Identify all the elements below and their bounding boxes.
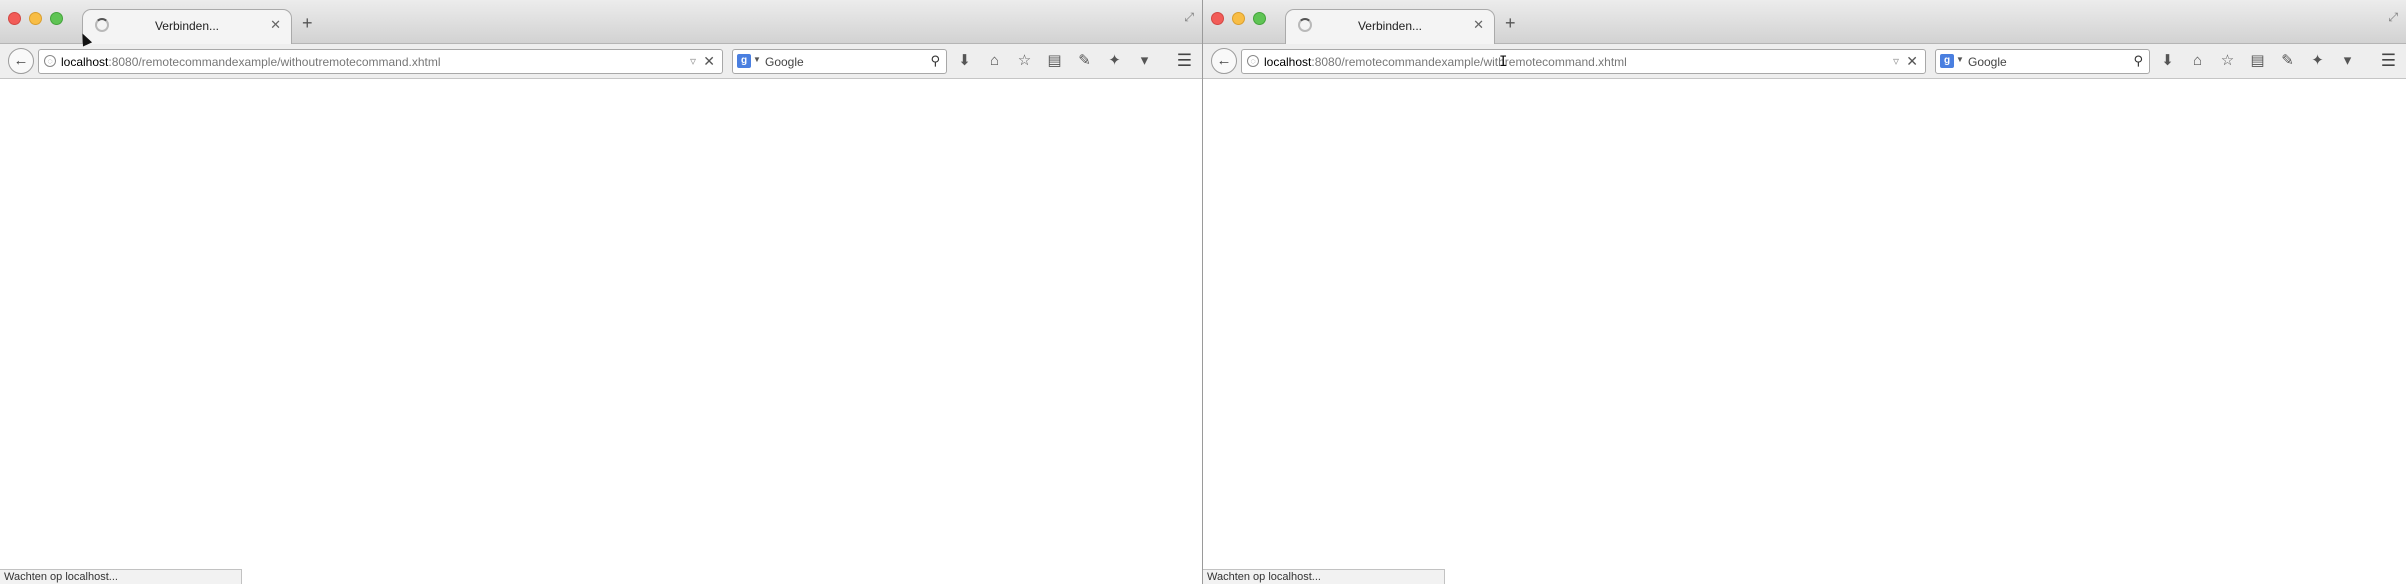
bookmarks-menu-icon[interactable]: ▤ (1046, 52, 1063, 70)
url-path: :8080/remotecommandexample/withremotecom… (1311, 55, 1627, 69)
search-input[interactable]: Google (1968, 55, 2007, 69)
fullscreen-icon[interactable]: ⤢ (2388, 10, 2398, 25)
search-icon[interactable]: ⚲ (2133, 53, 2143, 69)
window-minimize-button[interactable] (1232, 12, 1245, 25)
extensions-icon[interactable]: ✦ (2309, 52, 2326, 70)
url-text[interactable]: localhost:8080/remotecommandexample/with… (61, 55, 441, 69)
toolbar-icons: ⬇ ⌂ ☆ ▤ ✎ ✦ ▾ (956, 52, 1153, 70)
fullscreen-icon[interactable]: ⤢ (1184, 10, 1194, 25)
title-bar: Verbinden... ✕ + ⤢ (1203, 0, 2406, 44)
tab-close-icon[interactable]: ✕ (270, 17, 281, 33)
search-input[interactable]: Google (765, 55, 804, 69)
search-engine-caret-icon[interactable]: ▼ (753, 55, 761, 64)
window-close-button[interactable] (1211, 12, 1224, 25)
url-path: :8080/remotecommandexample/withoutremote… (108, 55, 441, 69)
extensions-dropdown-icon[interactable]: ▾ (2339, 52, 2356, 70)
history-dropdown-icon[interactable]: ▿ (690, 54, 696, 68)
site-identity-icon[interactable]: ◌ (44, 55, 56, 67)
browser-window-right: Verbinden... ✕ + ⤢ ← ◌ localhost:8080/re… (1203, 0, 2406, 584)
extensions-dropdown-icon[interactable]: ▾ (1136, 52, 1153, 70)
tab-title: Verbinden... (154, 19, 220, 33)
search-engine-icon[interactable]: g (1940, 54, 1954, 68)
stop-icon[interactable]: ✕ (1906, 53, 1918, 70)
tab-active[interactable]: Verbinden... ✕ (82, 9, 292, 44)
home-icon[interactable]: ⌂ (2189, 52, 2206, 70)
url-bar[interactable]: ◌ localhost:8080/remotecommandexample/wi… (38, 49, 723, 74)
status-panel: Wachten op localhost... (0, 569, 242, 584)
download-icon[interactable]: ⬇ (956, 52, 973, 70)
nav-bar: ← ◌ localhost:8080/remotecommandexample/… (0, 44, 1202, 79)
new-tab-icon[interactable]: + (302, 13, 313, 34)
extensions-icon[interactable]: ✦ (1106, 52, 1123, 70)
search-icon[interactable]: ⚲ (930, 53, 940, 69)
back-button[interactable]: ← (1211, 48, 1237, 74)
new-tab-icon[interactable]: + (1505, 13, 1516, 34)
tab-title: Verbinden... (1357, 19, 1423, 33)
bookmark-star-icon[interactable]: ☆ (1016, 52, 1033, 70)
back-button[interactable]: ← (8, 48, 34, 74)
window-close-button[interactable] (8, 12, 21, 25)
menu-icon[interactable]: ☰ (1177, 52, 1192, 70)
url-bar[interactable]: ◌ localhost:8080/remotecommandexample/wi… (1241, 49, 1926, 74)
title-bar: Verbinden... ✕ + ⤢ (0, 0, 1202, 44)
url-host: localhost (1264, 55, 1312, 69)
window-zoom-button[interactable] (1253, 12, 1266, 25)
history-dropdown-icon[interactable]: ▿ (1893, 54, 1899, 68)
nav-bar: ← ◌ localhost:8080/remotecommandexample/… (1203, 44, 2406, 79)
tab-active[interactable]: Verbinden... ✕ (1285, 9, 1495, 44)
bookmarks-menu-icon[interactable]: ▤ (2249, 52, 2266, 70)
url-host: localhost (61, 55, 109, 69)
search-engine-caret-icon[interactable]: ▼ (1956, 55, 1964, 64)
pocket-icon[interactable]: ✎ (1076, 52, 1093, 70)
stop-icon[interactable]: ✕ (703, 53, 715, 70)
site-identity-icon[interactable]: ◌ (1247, 55, 1259, 67)
search-bar[interactable]: g ▼ Google ⚲ (732, 49, 947, 74)
tab-close-icon[interactable]: ✕ (1473, 17, 1484, 33)
window-minimize-button[interactable] (29, 12, 42, 25)
download-icon[interactable]: ⬇ (2159, 52, 2176, 70)
text-cursor-icon: I (1499, 54, 1508, 70)
browser-window-left: Verbinden... ✕ + ⤢ ← ◌ localhost:8080/re… (0, 0, 1203, 584)
search-engine-icon[interactable]: g (737, 54, 751, 68)
search-bar[interactable]: g ▼ Google ⚲ (1935, 49, 2150, 74)
status-panel: Wachten op localhost... (1203, 569, 1445, 584)
home-icon[interactable]: ⌂ (986, 52, 1003, 70)
window-controls (1211, 12, 1266, 25)
window-zoom-button[interactable] (50, 12, 63, 25)
window-controls (8, 12, 63, 25)
bookmark-star-icon[interactable]: ☆ (2219, 52, 2236, 70)
browser-windows: Verbinden... ✕ + ⤢ ← ◌ localhost:8080/re… (0, 0, 2406, 584)
url-text[interactable]: localhost:8080/remotecommandexample/with… (1264, 55, 1627, 69)
menu-icon[interactable]: ☰ (2381, 52, 2396, 70)
toolbar-icons: ⬇ ⌂ ☆ ▤ ✎ ✦ ▾ (2159, 52, 2356, 70)
pocket-icon[interactable]: ✎ (2279, 52, 2296, 70)
